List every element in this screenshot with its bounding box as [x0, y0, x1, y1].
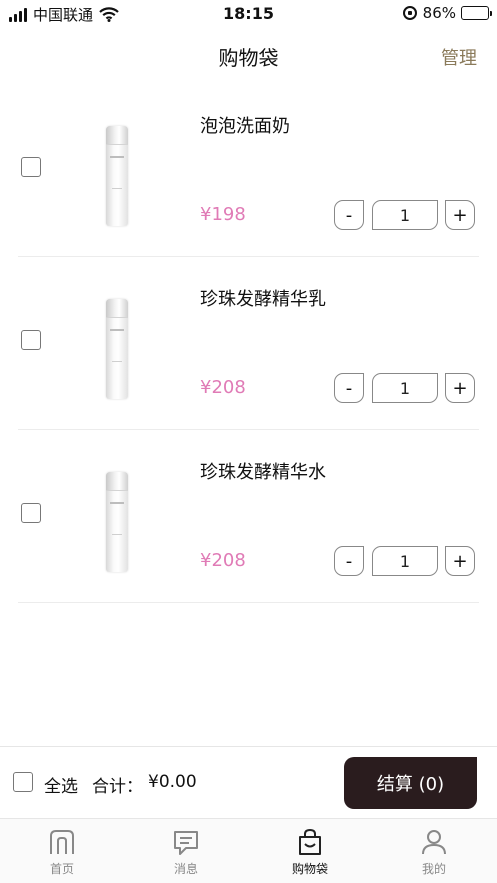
cart-list: 泡泡洗面奶 ¥198 - + 珍珠发酵精华乳 ¥208 - + 珍珠发酵精华水 …: [0, 84, 497, 603]
cart-item: 珍珠发酵精华乳 ¥208 - +: [18, 257, 479, 430]
bottle-image: [106, 126, 128, 226]
product-name[interactable]: 珍珠发酵精华水: [200, 458, 326, 484]
shopping-bag-icon: [299, 828, 321, 855]
manage-button[interactable]: 管理: [441, 44, 477, 70]
tab-bar: 首页 消息 购物袋 我的: [0, 818, 497, 883]
tab-label: 首页: [49, 862, 74, 876]
checkout-bar: 全选 合计： ¥0.00 结算 (0): [0, 746, 497, 818]
bottle-image: [106, 472, 128, 572]
tab-label: 我的: [421, 862, 446, 876]
quantity-input[interactable]: [372, 546, 438, 576]
status-bar: 中国联通 18:15 86%: [0, 0, 497, 30]
message-icon: [174, 831, 198, 855]
tab-label: 消息: [173, 862, 198, 876]
cart-item: 珍珠发酵精华水 ¥208 - +: [18, 430, 479, 603]
status-right: 86%: [402, 4, 492, 22]
quantity-input[interactable]: [372, 373, 438, 403]
product-name[interactable]: 珍珠发酵精华乳: [200, 285, 326, 311]
tab-label: 购物袋: [291, 862, 328, 876]
product-image[interactable]: [104, 126, 130, 226]
item-checkbox[interactable]: [21, 157, 41, 177]
page-title: 购物袋: [218, 46, 279, 70]
cart-item: 泡泡洗面奶 ¥198 - +: [18, 84, 479, 257]
item-checkbox[interactable]: [21, 330, 41, 350]
profile-icon: [422, 830, 446, 855]
battery-percent: 86%: [422, 4, 456, 22]
quantity-input[interactable]: [372, 200, 438, 230]
total-value: ¥0.00: [148, 772, 197, 792]
tab-home[interactable]: 首页: [0, 827, 124, 877]
product-name[interactable]: 泡泡洗面奶: [200, 112, 290, 138]
select-all-checkbox[interactable]: [13, 772, 33, 792]
product-price: ¥198: [200, 204, 246, 225]
increase-quantity-button[interactable]: +: [445, 546, 475, 576]
decrease-quantity-button[interactable]: -: [334, 373, 364, 403]
decrease-quantity-button[interactable]: -: [334, 200, 364, 230]
product-price: ¥208: [200, 550, 246, 571]
rotation-lock-icon: [402, 6, 417, 20]
item-checkbox[interactable]: [21, 503, 41, 523]
product-image[interactable]: [104, 299, 130, 399]
tab-messages[interactable]: 消息: [124, 827, 248, 877]
checkout-button[interactable]: 结算 (0): [344, 757, 477, 809]
home-icon: [50, 830, 74, 854]
select-all-label[interactable]: 全选: [44, 772, 78, 797]
increase-quantity-button[interactable]: +: [445, 200, 475, 230]
battery-icon: [461, 6, 492, 20]
tab-profile[interactable]: 我的: [372, 827, 496, 877]
product-image[interactable]: [104, 472, 130, 572]
product-price: ¥208: [200, 377, 246, 398]
nav-bar: 购物袋 管理: [0, 30, 497, 82]
total-label: 合计：: [92, 777, 143, 797]
decrease-quantity-button[interactable]: -: [334, 546, 364, 576]
tab-shopping-bag[interactable]: 购物袋: [248, 827, 372, 877]
increase-quantity-button[interactable]: +: [445, 373, 475, 403]
bottle-image: [106, 299, 128, 399]
